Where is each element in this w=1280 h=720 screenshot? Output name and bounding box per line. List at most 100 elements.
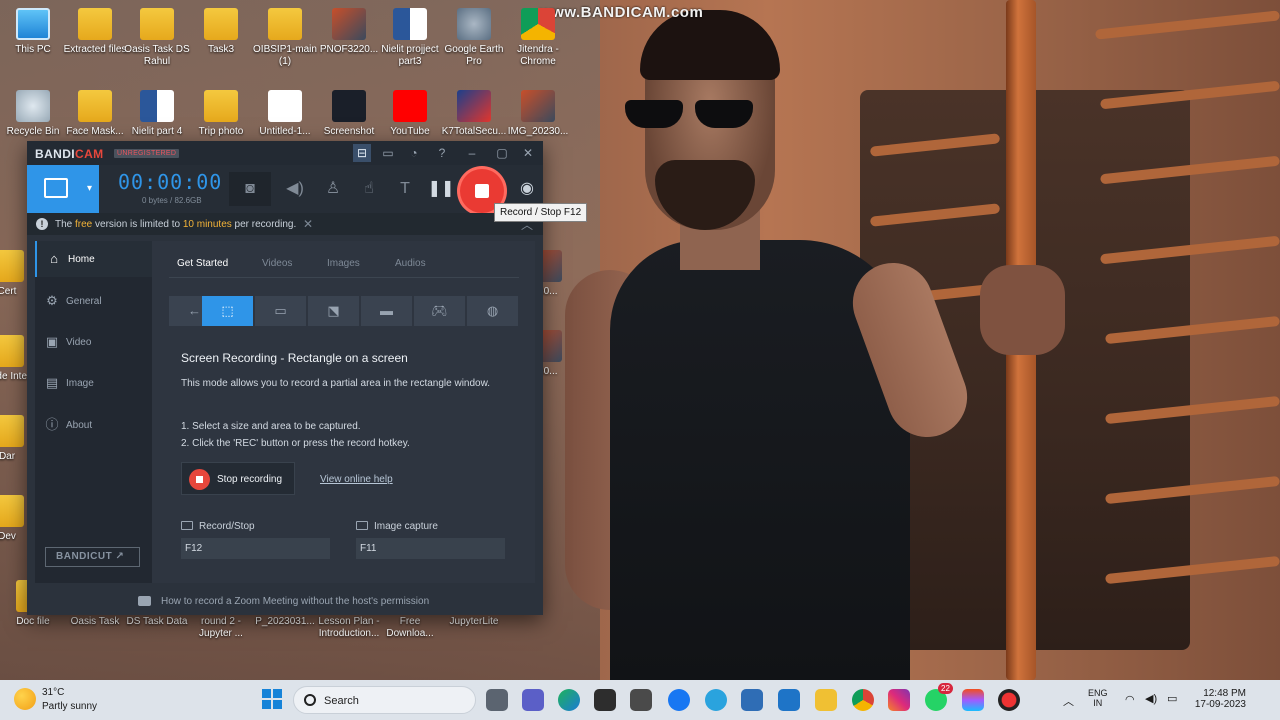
clock-icon[interactable]: ◔ — [405, 144, 423, 162]
wallpaper-person — [565, 10, 1065, 680]
footer-tip[interactable]: How to record a Zoom Meeting without the… — [27, 589, 543, 615]
task-view-icon[interactable] — [486, 689, 508, 711]
camera-icon[interactable]: ◉ — [513, 175, 541, 203]
tab-audios[interactable]: Audios — [395, 258, 426, 269]
audio-mode-tab[interactable]: ◍ — [467, 296, 518, 326]
tab-images[interactable]: Images — [327, 258, 360, 269]
battery-icon[interactable]: ▭ — [1167, 692, 1177, 705]
taskbar-search[interactable]: Search — [293, 686, 476, 714]
help-icon[interactable]: ? — [433, 144, 451, 162]
tab-get-started[interactable]: Get Started — [177, 258, 228, 269]
chevron-down-icon[interactable]: ▾ — [87, 183, 92, 194]
tab-videos[interactable]: Videos — [262, 258, 292, 269]
desktop-icon[interactable]: IMG_20230... — [505, 90, 571, 138]
chrome-icon[interactable] — [852, 689, 874, 711]
sidebar: ⌂ Home ⚙ General ▣ Video ▤ Image ⓘ About — [35, 241, 152, 583]
video-icon: ▣ — [45, 334, 59, 349]
desktop-icon[interactable]: This PC — [0, 8, 66, 56]
desktop-icon[interactable]: Jitendra - Chrome — [505, 8, 571, 68]
figma-icon[interactable] — [962, 689, 984, 711]
desktop-icon[interactable]: Oasis Task DS Rahul — [124, 8, 190, 68]
obs-icon[interactable] — [630, 689, 652, 711]
game-mode-tab[interactable]: 🎮︎ — [414, 296, 465, 326]
terminal-icon[interactable] — [594, 689, 616, 711]
outlook-icon[interactable] — [778, 689, 800, 711]
language-indicator[interactable]: ENG IN — [1088, 688, 1108, 708]
sidebar-item-general[interactable]: ⚙ General — [35, 283, 152, 319]
desktop-icon[interactable]: Untitled-1... — [252, 90, 318, 138]
desktop-icon-label: Extracted files — [63, 44, 127, 55]
minimize-button[interactable]: – — [463, 144, 481, 162]
stop-icon — [475, 184, 489, 198]
clock[interactable]: 12:48 PM 17-09-2023 — [1190, 688, 1246, 710]
rectangle-mode-tab[interactable]: ⬚ — [202, 296, 253, 326]
desktop-icon[interactable]: Google Earth Pro — [441, 8, 507, 68]
info-icon: ! — [36, 218, 48, 230]
close-notice-icon[interactable]: ✕ — [303, 217, 313, 231]
hdmi-mode-tab[interactable]: ▬ — [361, 296, 412, 326]
desktop-icon[interactable]: Extracted files — [62, 8, 128, 56]
cursor-effect-icon[interactable]: ☝ — [355, 175, 383, 203]
desktop-icon[interactable]: Face Mask... — [62, 90, 128, 138]
search-icon — [304, 694, 316, 706]
instagram-icon[interactable] — [888, 689, 910, 711]
close-button[interactable]: ✕ — [519, 144, 537, 162]
sidebar-item-about[interactable]: ⓘ About — [35, 407, 152, 443]
record-hotkey-input[interactable]: F12 — [181, 538, 330, 559]
online-help-link[interactable]: View online help — [320, 474, 393, 485]
folder-icon[interactable]: ▭ — [379, 144, 397, 162]
title-bar[interactable]: BANDICAM UNREGISTERED ⊟ ▭ ◔ ? – ▢ ✕ — [27, 141, 543, 165]
sidebar-item-image[interactable]: ▤ Image — [35, 365, 152, 401]
remote-desktop-icon[interactable] — [741, 689, 763, 711]
telegram-icon[interactable] — [705, 689, 727, 711]
chevron-up-icon[interactable]: ︿ — [1063, 693, 1074, 709]
unregistered-badge[interactable]: UNREGISTERED — [114, 149, 180, 158]
desktop-icon-label: Google Earth Pro — [444, 44, 504, 67]
text-overlay-icon[interactable]: T — [391, 175, 419, 203]
lock-icon[interactable]: ⊟ — [353, 144, 371, 162]
maximize-button[interactable]: ▢ — [493, 144, 511, 162]
desktop-icon[interactable]: K7TotalSecu... — [441, 90, 507, 138]
chat-icon — [138, 596, 151, 606]
wallpaper-rail — [1094, 10, 1280, 40]
bandicam-taskbar-icon[interactable] — [998, 689, 1020, 711]
fullscreen-mode-tab[interactable]: ▭ — [255, 296, 306, 326]
earth-icon — [457, 8, 491, 40]
desktop-icon[interactable]: Trip photo — [188, 90, 254, 138]
desktop-icon[interactable]: Screenshot — [316, 90, 382, 138]
wifi-icon[interactable]: ◠ — [1125, 693, 1135, 706]
k7-icon — [457, 90, 491, 122]
microphone-icon[interactable]: ♙ — [319, 175, 347, 203]
recording-mode-button[interactable]: ▾ — [27, 165, 99, 213]
sidebar-item-home[interactable]: ⌂ Home — [35, 241, 152, 277]
mode-selector: ← ⬚ ▭ ⬔ ▬ 🎮︎ ◍ — [169, 296, 518, 326]
desktop-icon[interactable]: YouTube — [377, 90, 443, 138]
desktop-icon[interactable]: Nielit part 4 — [124, 90, 190, 138]
desktop-icon-label: YouTube — [390, 126, 430, 137]
desktop-icon[interactable]: Nielit projject part3 — [377, 8, 443, 68]
edge-icon[interactable] — [558, 689, 580, 711]
folder-icon — [268, 8, 302, 40]
desktop-icon-label: Nielit projject part3 — [381, 44, 439, 67]
free-link[interactable]: free — [75, 219, 92, 230]
teams-icon[interactable] — [522, 689, 544, 711]
desktop-icon[interactable]: OIBSIP1-main (1) — [252, 8, 318, 68]
file-explorer-icon[interactable] — [815, 689, 837, 711]
desktop-icon[interactable]: Task3 — [188, 8, 254, 56]
start-button[interactable] — [262, 689, 282, 709]
desktop-icon[interactable]: PNOF3220... — [316, 8, 382, 56]
pause-icon[interactable]: ❚❚ — [427, 175, 455, 203]
desktop-icon[interactable]: Recycle Bin — [0, 90, 66, 138]
speaker-icon[interactable]: ◀) — [281, 175, 309, 203]
facebook-icon[interactable] — [668, 689, 690, 711]
sidebar-item-video[interactable]: ▣ Video — [35, 324, 152, 360]
webcam-icon[interactable]: ◙ — [229, 172, 271, 206]
desktop-icon-label: This PC — [15, 44, 51, 55]
bandicut-button[interactable]: BANDICUT ↗ — [45, 547, 140, 567]
folder-icon — [0, 250, 24, 282]
bandicam-window: BANDICAM UNREGISTERED ⊟ ▭ ◔ ? – ▢ ✕ ▾ 00… — [27, 141, 543, 615]
volume-icon[interactable]: ◀) — [1145, 692, 1157, 705]
mouse-area-mode-tab[interactable]: ⬔ — [308, 296, 359, 326]
image-hotkey-input[interactable]: F11 — [356, 538, 505, 559]
stop-recording-button[interactable]: Stop recording — [181, 462, 295, 495]
